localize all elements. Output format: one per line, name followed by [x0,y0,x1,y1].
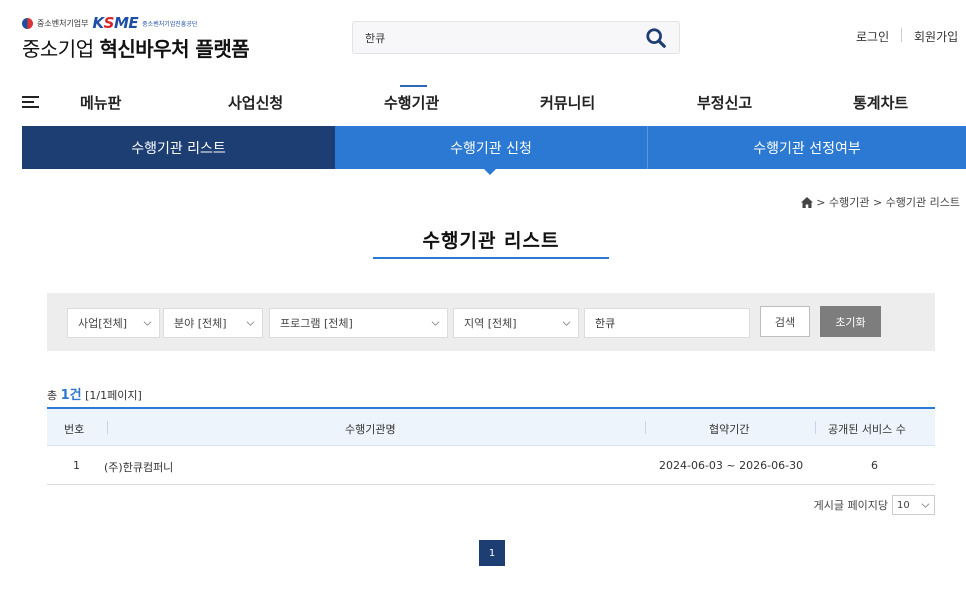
chevron-down-icon [921,503,930,508]
cell-no: 1 [73,459,80,472]
search-icon[interactable] [645,27,667,49]
menu-icon[interactable] [22,96,39,108]
tab-provider-list[interactable]: 수행기관 리스트 [22,126,335,169]
cell-services: 6 [871,459,878,472]
program-select-value: 프로그램 [전체] [280,317,353,330]
keyword-input[interactable]: 한큐 [584,308,750,338]
subtabs: 수행기관 리스트 수행기관 신청 수행기관 선정여부 [22,126,966,169]
header-separator [815,421,816,434]
global-search [352,21,680,54]
chevron-down-icon [431,321,440,326]
login-link[interactable]: 로그인 [856,28,889,45]
brand-light: 중소기업 [22,37,94,61]
business-select[interactable]: 사업[전체] [67,308,160,338]
nav-community[interactable]: 커뮤니티 [540,92,595,113]
field-select[interactable]: 분야 [전체] [163,308,263,338]
nav-providers[interactable]: 수행기관 [384,92,439,113]
header-separator [107,421,108,434]
title-underline [373,257,609,259]
chevron-down-icon [143,321,152,326]
header-separator [645,421,646,434]
cell-name[interactable]: (주)한큐컴퍼니 [104,459,173,475]
tab-provider-selection[interactable]: 수행기관 선정여부 [648,126,966,169]
header-services: 공개된 서비스 수 [828,423,906,436]
brand-bold: 혁신바우처 플랫폼 [99,37,250,61]
nav-report[interactable]: 부정신고 [697,92,752,113]
chevron-down-icon [246,321,255,326]
page-title: 수행기관 리스트 [422,230,560,252]
site-brand[interactable]: 중소기업 혁신바우처 플랫폼 [22,33,250,62]
region-select[interactable]: 지역 [전체] [453,308,579,338]
filter-panel: 사업[전체] 분야 [전체] 프로그램 [전체] 지역 [전체] 한큐 검색 초… [47,293,935,351]
signup-link[interactable]: 회원가입 [914,28,958,45]
kosme-logo: KSME [92,14,139,32]
cell-period: 2024-06-03 ~ 2026-06-30 [659,459,804,472]
header-name: 수행기관명 [345,423,396,436]
reset-button[interactable]: 초기화 [820,306,881,337]
breadcrumb: > 수행기관 > 수행기관 리스트 [801,194,960,210]
nav-stats[interactable]: 통계차트 [853,92,908,113]
header-period: 협약기간 [709,423,750,436]
header-no: 번호 [64,423,85,436]
nav-active-indicator [400,85,427,87]
breadcrumb-path: > 수행기관 > 수행기관 리스트 [816,196,960,209]
region-select-value: 지역 [전체] [464,317,517,330]
per-page: 게시글 페이지당 10 [814,495,935,515]
chevron-down-icon [562,321,571,326]
kosme-subtitle: 중소벤처기업진흥공단 [142,20,198,28]
business-select-value: 사업[전체] [78,317,128,330]
nav-menu[interactable]: 메뉴판 [80,92,121,113]
count-prefix: 총 [47,389,58,402]
ministry-name: 중소벤처기업부 [37,18,89,28]
tab-provider-apply[interactable]: 수행기관 신청 [335,126,648,169]
per-page-select[interactable]: 10 [892,495,935,515]
search-button[interactable]: 검색 [760,306,810,337]
per-page-label: 게시글 페이지당 [813,499,888,512]
logo[interactable]: 중소벤처기업부 KSME 중소벤처기업진흥공단 [22,14,197,32]
result-count: 총 1건 [1/1페이지] [47,384,142,403]
per-page-value: 10 [897,499,910,511]
nav-business-apply[interactable]: 사업신청 [228,92,283,113]
home-icon[interactable] [801,196,814,208]
tab-pointer-icon [483,168,497,175]
count-number: 1건 [60,388,82,403]
page-button-current[interactable]: 1 [479,540,505,566]
table-header: 번호 수행기관명 협약기간 공개된 서비스 수 [47,409,935,446]
program-select[interactable]: 프로그램 [전체] [269,308,448,338]
table-row[interactable]: 1 (주)한큐컴퍼니 2024-06-03 ~ 2026-06-30 6 [47,447,935,485]
count-pages: [1/1페이지] [85,389,142,402]
field-select-value: 분야 [전체] [174,317,227,330]
government-emblem-icon [22,17,33,29]
header-divider [901,28,902,42]
search-input[interactable] [353,22,633,53]
